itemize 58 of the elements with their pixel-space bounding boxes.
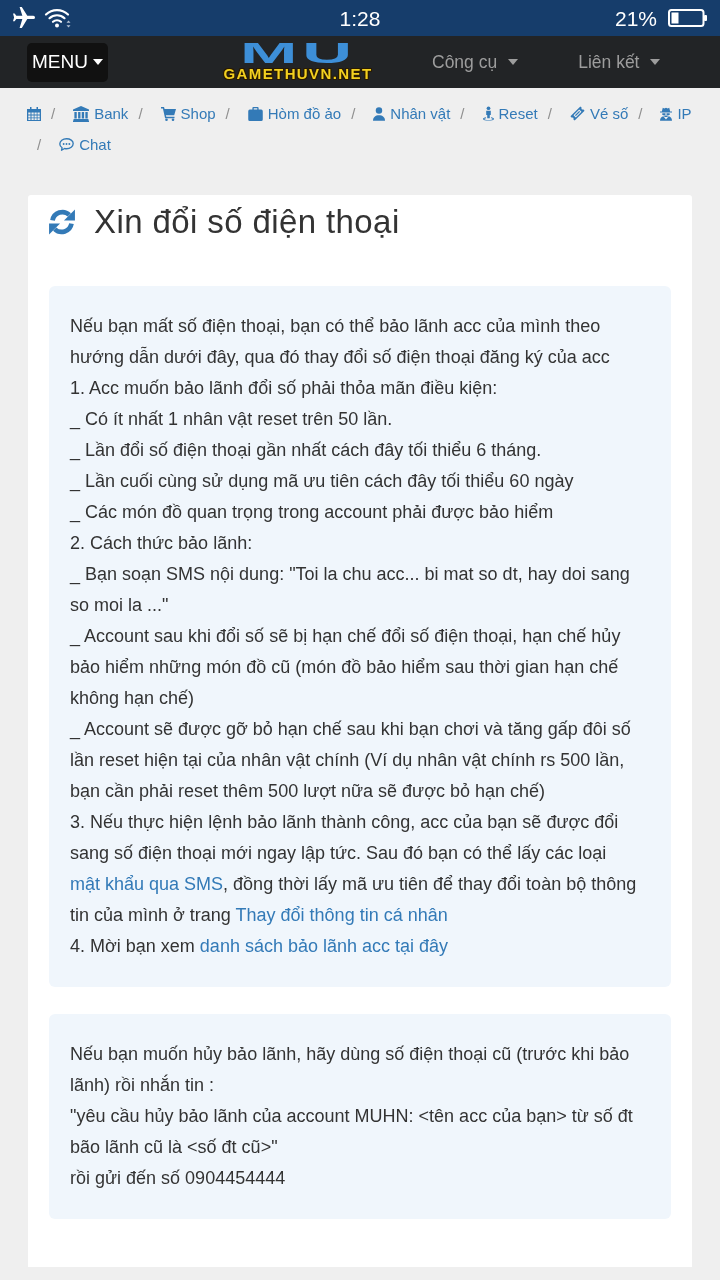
breadcrumb-separator: / [547, 104, 552, 124]
logo-text: GAMETHUVN.NET [223, 66, 373, 82]
person-on-stand-icon [482, 106, 494, 121]
status-time: 1:28 [339, 7, 381, 29]
user-icon [373, 106, 386, 121]
notice-text: _ Các món đồ quan trọng trong account phải được bảo hiểm [70, 501, 555, 525]
briefcase-icon [247, 106, 263, 121]
page-title: Xin đổi số điện thoại [94, 204, 400, 240]
caret-icon [93, 59, 103, 65]
logo-letters: MU [239, 42, 357, 64]
notice-text: Nếu bạn muốn hủy bảo lãnh, hãy dùng số điện thoại cũ (trước khi bảo lãnh) rồi nhắn tin : [70, 1043, 631, 1097]
nav-dropdown[interactable]: Công cụ [432, 48, 519, 76]
cart-icon [160, 106, 176, 121]
notice-text: _ Có ít nhất 1 nhân vật reset trên 50 lần. [70, 408, 394, 432]
speech-bubble-icon [59, 138, 75, 151]
caret-icon [650, 59, 661, 65]
refresh-icon [48, 208, 76, 236]
notice-text: _ Account sẽ được gỡ bỏ hạn chế sau khi bạn chơi và tăng gấp đôi số lần reset hiện tại của nhân vật chính (Ví dụ nhân vật chính rs 500 lần, bạn cần phải reset thêm 500 lượt nữa sẽ được bỏ hạn chế) [70, 718, 632, 803]
calendar-icon [27, 106, 41, 121]
breadcrumb-separator: / [51, 104, 56, 124]
breadcrumb-link[interactable]: Vé số [569, 98, 629, 129]
ticket-icon [569, 106, 585, 121]
breadcrumb-link[interactable]: Nhân vật [373, 98, 451, 129]
breadcrumb-link[interactable]: Hòm đồ ảo [247, 98, 342, 129]
nav-dropdown[interactable]: Liên kết [578, 48, 661, 76]
airplane-icon [12, 7, 36, 29]
wifi-icon [44, 8, 72, 28]
breadcrumb-link[interactable]: Bank [73, 98, 129, 129]
notice-text: 2. Cách thức bảo lãnh: [70, 532, 254, 555]
caret-icon [508, 59, 519, 65]
breadcrumb-link[interactable]: Chat [59, 129, 111, 160]
breadcrumb-separator: / [37, 135, 42, 155]
breadcrumb-separator: / [225, 104, 230, 124]
inline-link[interactable]: Thay đổi thông tin cá nhân [235, 905, 448, 925]
bank-icon [73, 105, 90, 122]
breadcrumb-link[interactable]: IP [660, 98, 692, 129]
breadcrumb-separator: / [638, 104, 643, 124]
battery-percent: 21% [614, 7, 657, 29]
breadcrumb-separator: / [351, 104, 356, 124]
notice-text: 4. Mời bạn xem danh sách bảo lãnh acc tại đây [70, 935, 450, 958]
hat-person-icon [660, 106, 673, 121]
battery-icon [668, 8, 708, 28]
notice-text: _ Bạn soạn SMS nội dung: "Toi la chu acc... bi mat so dt, hay doi sang so moi la ..." [70, 563, 631, 617]
notice-text: 1. Acc muốn bảo lãnh đổi số phải thỏa mãn điều kiện: [70, 377, 499, 400]
notice-text: "yêu cầu hủy bảo lãnh của account MUHN: <tên acc của bạn> từ số đt bão lãnh cũ là <số đt cũ>" [70, 1105, 634, 1159]
notice-text: Nếu bạn mất số điện thoại, bạn có thể bảo lãnh acc của mình theo hướng dẫn dưới đây, qua đó thay đổi số điện thoại đăng ký của acc [70, 315, 611, 369]
notice-text: _ Lần cuối cùng sử dụng mã ưu tiên cách đây tối thiểu 60 ngày [70, 470, 575, 494]
breadcrumb-separator: / [138, 104, 143, 124]
notice-text: rồi gửi đến số 0904454444 [70, 1167, 287, 1190]
inline-link[interactable]: mật khẩu qua SMS [70, 874, 224, 894]
breadcrumb-link[interactable]: Reset [482, 98, 538, 129]
menu-button[interactable]: MENU [27, 42, 108, 82]
notice-text: _ Account sau khi đổi số sẽ bị hạn chế đổi số điện thoại, hạn chế hủy bảo hiểm những món đồ cũ (món đồ bảo hiểm sau thời gian hạn chế không hạn chế) [70, 625, 622, 710]
breadcrumb-link[interactable] [27, 106, 41, 121]
breadcrumb-separator: / [460, 104, 465, 124]
notice-text: _ Lần đổi số điện thoại gần nhất cách đây tối thiểu 6 tháng. [70, 439, 543, 463]
breadcrumb-link[interactable]: Shop [160, 98, 216, 129]
inline-link[interactable]: danh sách bảo lãnh acc tại đây [199, 936, 449, 956]
